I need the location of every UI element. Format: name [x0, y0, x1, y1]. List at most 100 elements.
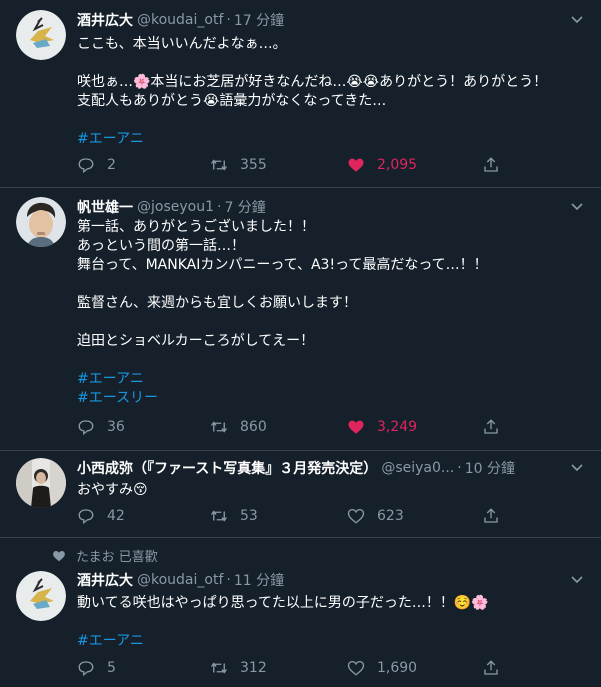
retweet-button[interactable]: 355: [210, 155, 267, 175]
hashtag-link[interactable]: #エーアニ: [77, 632, 585, 651]
share-button[interactable]: [482, 658, 500, 678]
tweet-text-line: 支配人もありがとう😭語彙力がなくなってきた…: [77, 93, 387, 109]
reply-button[interactable]: 2: [77, 155, 116, 175]
reply-count: 42: [107, 508, 125, 524]
tweet-text-line: 動いてる咲也はやっぱり思ってた以上に男の子だった…！！☺️🌸: [77, 595, 489, 611]
hashtag-link[interactable]: #エーアニ: [77, 130, 585, 149]
tweet-text-line: [77, 54, 585, 73]
like-button[interactable]: 2,095: [347, 155, 417, 175]
reply-icon: [78, 509, 94, 525]
like-icon: [348, 420, 364, 434]
tweet-1[interactable]: 酒井広大 @koudai_otf · 17 分鐘 ここも、本当いいんだよなぁ…。…: [0, 0, 601, 188]
tweet-actions: 2 355 2,095: [77, 155, 517, 175]
timestamp[interactable]: 7 分鐘: [224, 197, 265, 217]
like-count: 623: [377, 508, 404, 524]
retweet-button[interactable]: 53: [210, 506, 258, 526]
author-name[interactable]: 小西成弥（『ファースト写真集』３月発売決定）: [77, 458, 377, 478]
separator: ·: [217, 199, 222, 215]
author-handle[interactable]: @seiya0...: [381, 460, 454, 476]
reply-button[interactable]: 5: [77, 658, 116, 678]
tweet-text-line: [77, 313, 585, 332]
tweet-body: ここも、本当いいんだよなぁ…。 咲也ぁ…🌸本当にお芝居が好きなんだね…😭😭ありが…: [77, 35, 585, 149]
tweet-text-line: [77, 111, 585, 130]
separator: ·: [457, 460, 462, 476]
retweet-count: 355: [240, 157, 267, 173]
tweet-actions: 5 312 1,690: [77, 658, 517, 678]
like-button[interactable]: 1,690: [347, 658, 417, 678]
like-icon: [348, 158, 364, 172]
author-name[interactable]: 帆世雄一: [77, 197, 133, 217]
tweet-header: 酒井広大 @koudai_otf · 11 分鐘: [77, 570, 585, 590]
avatar[interactable]: [16, 197, 66, 247]
tweet-2[interactable]: 帆世雄一 @joseyou1 · 7 分鐘 第一話、ありがとうございました！！ …: [0, 188, 601, 451]
tweet-body: 動いてる咲也はやっぱり思ってた以上に男の子だった…！！☺️🌸 #エーアニ: [77, 594, 585, 651]
author-handle[interactable]: @joseyou1: [137, 199, 214, 215]
hashtag-link[interactable]: #エースリー: [77, 389, 585, 408]
tweet-text-line: おやすみ😚: [77, 482, 148, 498]
reply-icon: [78, 158, 94, 174]
tweet-text-line: あっという間の第一話…！: [77, 238, 245, 254]
reply-button[interactable]: 36: [77, 417, 125, 437]
tweet-text-line: [77, 275, 585, 294]
share-button[interactable]: [482, 506, 500, 526]
tweet-text-line: [77, 351, 585, 370]
like-button[interactable]: 3,249: [347, 417, 417, 437]
tweet-4[interactable]: たまお 已喜歡 酒井広大 @koudai_otf · 11 分鐘 動いてる咲也は…: [0, 538, 601, 687]
author-handle[interactable]: @koudai_otf: [137, 572, 223, 588]
tweet-header: 小西成弥（『ファースト写真集』３月発売決定） @seiya0... · 10 分…: [77, 458, 585, 478]
retweet-icon: [210, 159, 228, 171]
separator: ·: [226, 12, 231, 28]
social-context[interactable]: たまお 已喜歡: [52, 546, 158, 565]
tweet-text-line: 咲也ぁ…🌸本当にお芝居が好きなんだね…😭😭ありがとう！ありがとう！: [77, 74, 548, 90]
tweet-text-line: 舞台って、MANKAIカンパニーって、A3!って最高だなって…！！: [77, 257, 488, 273]
heart-small-icon: [53, 550, 65, 561]
like-count: 1,690: [377, 660, 418, 676]
chevron-down-icon[interactable]: [567, 570, 587, 590]
reply-button[interactable]: 42: [77, 506, 125, 526]
reply-count: 5: [107, 660, 116, 676]
tweet-text-line: ここも、本当いいんだよなぁ…。: [77, 36, 287, 52]
tweet-text-line: [77, 613, 585, 632]
author-name[interactable]: 酒井広大: [77, 570, 133, 590]
retweet-icon: [210, 510, 228, 522]
tweet-3[interactable]: 小西成弥（『ファースト写真集』３月発売決定） @seiya0... · 10 分…: [0, 451, 601, 538]
author-name[interactable]: 酒井広大: [77, 10, 133, 30]
timestamp[interactable]: 10 分鐘: [465, 458, 515, 478]
like-icon: [347, 508, 365, 524]
chevron-down-icon[interactable]: [567, 458, 587, 478]
timestamp[interactable]: 11 分鐘: [234, 570, 284, 590]
retweet-icon: [210, 662, 228, 674]
share-button[interactable]: [482, 155, 500, 175]
retweet-button[interactable]: 312: [210, 658, 267, 678]
chevron-down-icon[interactable]: [567, 197, 587, 217]
avatar[interactable]: [16, 458, 66, 508]
timestamp[interactable]: 17 分鐘: [234, 10, 284, 30]
retweet-count: 312: [240, 660, 267, 676]
tweet-header: 帆世雄一 @joseyou1 · 7 分鐘: [77, 197, 585, 217]
avatar[interactable]: [16, 10, 66, 60]
reply-icon: [78, 661, 94, 677]
hashtag-link[interactable]: #エーアニ: [77, 370, 585, 389]
tweet-body: おやすみ😚: [77, 481, 585, 500]
chevron-down-icon[interactable]: [567, 10, 587, 30]
like-count: 3,249: [377, 419, 418, 435]
tweet-text-line: 第一話、ありがとうございました！！: [77, 219, 315, 235]
tweet-header: 酒井広大 @koudai_otf · 17 分鐘: [77, 10, 585, 30]
share-icon: [484, 660, 498, 675]
avatar[interactable]: [16, 571, 66, 621]
retweet-count: 53: [240, 508, 258, 524]
author-handle[interactable]: @koudai_otf: [137, 12, 223, 28]
share-icon: [484, 157, 498, 172]
retweet-icon: [210, 421, 228, 433]
retweet-count: 860: [240, 419, 267, 435]
like-button[interactable]: 623: [347, 506, 404, 526]
tweet-actions: 42 53 623: [77, 506, 517, 526]
separator: ·: [226, 572, 231, 588]
tweet-text-line: 監督さん、来週からも宜しくお願いします！: [77, 295, 357, 311]
reply-icon: [78, 420, 94, 436]
reply-count: 36: [107, 419, 125, 435]
tweet-text-line: 迫田とショベルカーころがしてえー！: [77, 333, 315, 349]
retweet-button[interactable]: 860: [210, 417, 267, 437]
tweet-actions: 36 860 3,249: [77, 417, 517, 437]
share-button[interactable]: [482, 417, 500, 437]
